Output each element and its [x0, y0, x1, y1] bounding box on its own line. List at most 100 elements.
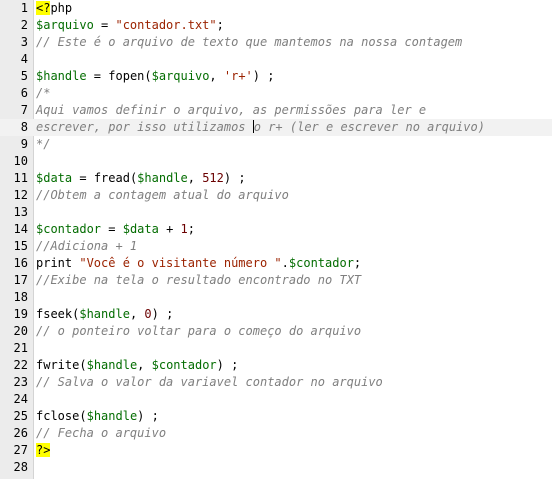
code-text[interactable]: // Salva o valor da variavel contador no… [36, 374, 383, 391]
comment-token: //Adiciona + 1 [36, 239, 138, 253]
code-line[interactable]: 14 $contador = $data + 1; [0, 221, 552, 238]
line-number: 2 [20, 18, 28, 32]
code-line[interactable]: 28 [0, 459, 552, 476]
code-text[interactable]: //Obtem a contagem atual do arquivo [36, 187, 289, 204]
code-line[interactable]: 3 // Este é o arquivo de texto que mantem… [0, 34, 552, 51]
code-text[interactable]: ?> [36, 442, 51, 459]
code-line[interactable]: 5 $handle = fopen($arquivo, 'r+') ; [0, 68, 552, 85]
code-line[interactable]: 22 fwrite($handle, $contador) ; [0, 357, 552, 374]
code-line[interactable]: 9 */ [0, 136, 552, 153]
code-text[interactable]: $contador = $data + 1; [36, 221, 195, 238]
code-line[interactable]: 18 [0, 289, 552, 306]
line-number: 3 [20, 35, 28, 49]
variable-token: $handle [86, 409, 138, 423]
line-number: 25 [13, 409, 28, 423]
operator-token: . [281, 256, 289, 270]
operator-token: ) ; [252, 69, 275, 83]
function-token: fread [93, 171, 130, 185]
code-line[interactable]: 13 [0, 204, 552, 221]
operator-token: = [93, 18, 116, 32]
code-text[interactable]: */ [36, 136, 50, 153]
code-line[interactable]: 21 [0, 340, 552, 357]
function-token: fwrite [36, 358, 80, 372]
operator-token: ; [187, 222, 195, 236]
code-line[interactable]: 25 fclose($handle) ; [0, 408, 552, 425]
operator-token: , [209, 69, 224, 83]
string-token: 'r+' [223, 69, 253, 83]
code-line[interactable]: 10 [0, 153, 552, 170]
keyword-token: print [36, 256, 73, 270]
operator-token: = [86, 69, 109, 83]
code-text[interactable]: escrever, por isso utilizamos o r+ (ler … [36, 119, 485, 136]
code-line[interactable]: 2 $arquivo = "contador.txt"; [0, 17, 552, 34]
string-token: "contador.txt" [115, 18, 217, 32]
string-token: "Você é o visitante número " [79, 256, 282, 270]
variable-token: $data [36, 171, 73, 185]
code-text[interactable]: $data = fread($handle, 512) ; [36, 170, 246, 187]
code-text[interactable]: print "Você é o visitante número ".$cont… [36, 255, 361, 272]
code-text[interactable]: fclose($handle) ; [36, 408, 159, 425]
number-token: 1 [180, 222, 188, 236]
code-lines[interactable]: 1 <?php 2 $arquivo = "contador.txt"; 3 // Est… [0, 0, 552, 476]
code-line[interactable]: 6 /* [0, 85, 552, 102]
code-line[interactable]: 4 [0, 51, 552, 68]
comment-token: //Exibe na tela o resultado encontrado n… [36, 273, 362, 287]
operator-token: ( [144, 69, 152, 83]
operator-token: ( [79, 358, 87, 372]
code-line[interactable]: 23 // Salva o valor da variavel contador … [0, 374, 552, 391]
operator-token: ) ; [151, 307, 174, 321]
code-line[interactable]: 12 //Obtem a contagem atual do arquivo [0, 187, 552, 204]
code-line[interactable]: 17 //Exibe na tela o resultado encontrado… [0, 272, 552, 289]
code-text[interactable]: <?php [36, 0, 72, 17]
line-number: 18 [13, 290, 28, 304]
code-line[interactable]: 16 print "Você é o visitante número ".$co… [0, 255, 552, 272]
code-text[interactable]: /* [36, 85, 50, 102]
code-line[interactable]: 8 escrever, por isso utilizamos o r+ (ler… [0, 119, 552, 136]
operator-token: , [129, 307, 145, 321]
line-number: 26 [13, 426, 28, 440]
code-line[interactable]: 20 // o ponteiro voltar para o começo do … [0, 323, 552, 340]
code-text[interactable]: $arquivo = "contador.txt"; [36, 17, 224, 34]
line-number: 19 [13, 307, 28, 321]
line-number: 5 [20, 69, 28, 83]
code-text[interactable]: //Exibe na tela o resultado encontrado n… [36, 272, 361, 289]
code-text[interactable]: fwrite($handle, $contador) ; [36, 357, 238, 374]
code-line[interactable]: 19 fseek($handle, 0) ; [0, 306, 552, 323]
variable-token: $handle [137, 171, 188, 185]
variable-token: $data [122, 222, 159, 236]
operator-token: = [101, 222, 123, 236]
comment-token: /* [36, 86, 51, 100]
line-number: 1 [20, 1, 28, 15]
code-line[interactable]: 27 ?> [0, 442, 552, 459]
number-token: 0 [144, 307, 152, 321]
code-text[interactable]: $handle = fopen($arquivo, 'r+') ; [36, 68, 274, 85]
line-number: 20 [13, 324, 28, 338]
variable-token: $arquivo [36, 18, 94, 32]
code-text[interactable]: fseek($handle, 0) ; [36, 306, 173, 323]
code-line[interactable]: 15 //Adiciona + 1 [0, 238, 552, 255]
comment-token: o r+ (ler e escrever no arquivo) [253, 120, 485, 134]
line-number: 23 [13, 375, 28, 389]
code-text[interactable]: //Adiciona + 1 [36, 238, 137, 255]
code-line[interactable]: 11 $data = fread($handle, 512) ; [0, 170, 552, 187]
code-text[interactable]: // o ponteiro voltar para o começo do ar… [36, 323, 361, 340]
keyword-token: php [50, 1, 73, 15]
code-line[interactable]: 1 <?php [0, 0, 552, 17]
code-text[interactable]: Aqui vamos definir o arquivo, as permiss… [36, 102, 426, 119]
code-line[interactable]: 24 [0, 391, 552, 408]
php-tag-token: <? [36, 1, 51, 15]
comment-token: // o ponteiro voltar para o começo do ar… [36, 324, 362, 338]
comment-token: escrever, por isso utilizamos [36, 120, 253, 134]
line-number: 12 [13, 188, 28, 202]
line-number: 21 [13, 341, 28, 355]
comment-token: // Salva o valor da variavel contador no… [36, 375, 383, 389]
comment-token: //Obtem a contagem atual do arquivo [36, 188, 289, 202]
code-editor[interactable]: 1 <?php 2 $arquivo = "contador.txt"; 3 // Est… [0, 0, 552, 479]
code-line[interactable]: 26 // Fecha o arquivo [0, 425, 552, 442]
code-line[interactable]: 7 Aqui vamos definir o arquivo, as permis… [0, 102, 552, 119]
line-number: 8 [20, 120, 28, 134]
code-text[interactable]: // Este é o arquivo de texto que mantemo… [36, 34, 462, 51]
variable-token: $contador [288, 256, 354, 270]
code-text[interactable]: // Fecha o arquivo [36, 425, 166, 442]
line-number: 27 [13, 443, 28, 457]
